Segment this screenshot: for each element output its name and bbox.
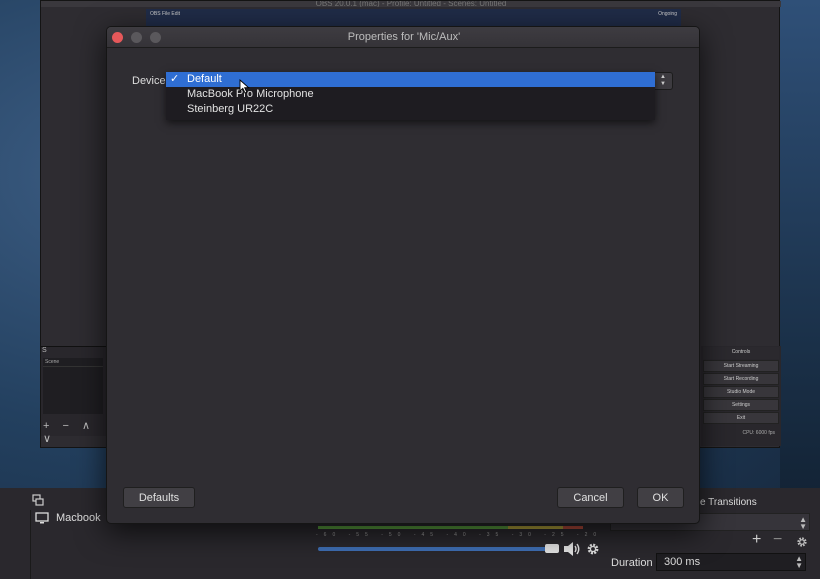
close-traffic-light[interactable]: [112, 32, 123, 43]
volume-slider-handle[interactable]: [545, 544, 559, 553]
main-window-title: OBS 20.0.1 (mac) - Profile: Untitled - S…: [41, 1, 781, 7]
settings-button[interactable]: Settings: [703, 399, 779, 411]
add-transition-button[interactable]: +: [752, 531, 761, 549]
source-item-label[interactable]: Macbook: [56, 512, 101, 524]
volume-slider[interactable]: [318, 547, 558, 551]
gear-icon[interactable]: [586, 542, 600, 556]
exit-button[interactable]: Exit: [703, 412, 779, 424]
preview-menubar-right: Ongoing: [658, 11, 677, 17]
defaults-button[interactable]: Defaults: [123, 487, 195, 508]
scenes-dock-title: S: [42, 347, 47, 354]
speaker-icon[interactable]: [563, 541, 581, 557]
remove-transition-button[interactable]: −: [773, 531, 782, 549]
dialog-title: Properties for 'Mic/Aux': [347, 31, 461, 43]
zoom-traffic-light[interactable]: [150, 32, 161, 43]
panel-divider: [30, 510, 31, 579]
duration-value: 300 ms: [664, 556, 701, 568]
cancel-button[interactable]: Cancel: [557, 487, 624, 508]
duration-stepper-icon[interactable]: ▲ ▼: [795, 555, 803, 570]
meter-scale: -60 -55 -50 -45 -40 -35 -30 -25 -20 -15 …: [316, 532, 606, 538]
dialog-titlebar[interactable]: Properties for 'Mic/Aux': [107, 27, 699, 48]
scenes-list-header: Scene: [43, 358, 103, 367]
ok-button[interactable]: OK: [637, 487, 684, 508]
studio-mode-button[interactable]: Studio Mode: [703, 386, 779, 398]
status-bar: CPU: 6000 fps: [742, 430, 775, 436]
scene-tools[interactable]: + − ∧ ∨: [43, 419, 106, 445]
device-option-label: MacBook Pro Microphone: [187, 88, 314, 100]
controls-header: Controls: [703, 347, 779, 359]
device-option-steinberg-ur22c[interactable]: Steinberg UR22C: [166, 102, 655, 117]
transitions-dock-title: e Transitions: [700, 497, 757, 508]
preview-menubar: OBS File Edit Ongoing: [146, 11, 681, 19]
start-streaming-button[interactable]: Start Streaming: [703, 360, 779, 372]
minimize-traffic-light[interactable]: [131, 32, 142, 43]
device-select[interactable]: ▲ ▼: [653, 72, 673, 90]
start-recording-button[interactable]: Start Recording: [703, 373, 779, 385]
checkmark-icon: ✓: [170, 73, 180, 85]
sources-icon: [32, 494, 44, 506]
duration-label: Duration: [611, 557, 653, 569]
device-option-label: Default: [187, 73, 222, 85]
mouse-cursor-icon: [239, 79, 250, 94]
transition-gear-icon[interactable]: [796, 536, 808, 548]
updown-chevron-icon: ▲ ▼: [660, 74, 666, 87]
monitor-icon: [35, 512, 49, 524]
scenes-dock: S Scene + − ∧ ∨: [41, 346, 106, 445]
controls-dock: Controls Start Streaming Start Recording…: [701, 346, 781, 446]
scenes-list[interactable]: Scene: [43, 358, 103, 414]
device-label: Device: [132, 75, 166, 87]
preview-menubar-left: OBS File Edit: [150, 11, 181, 17]
duration-spinbox[interactable]: 300 ms ▲ ▼: [656, 553, 806, 571]
device-option-label: Steinberg UR22C: [187, 103, 274, 115]
preview-canvas: OBS File Edit Ongoing: [146, 9, 681, 27]
properties-dialog: Properties for 'Mic/Aux' Device ▲ ▼ ✓ Def…: [106, 26, 700, 524]
updown-chevron-icon: ▲ ▼: [799, 515, 807, 531]
